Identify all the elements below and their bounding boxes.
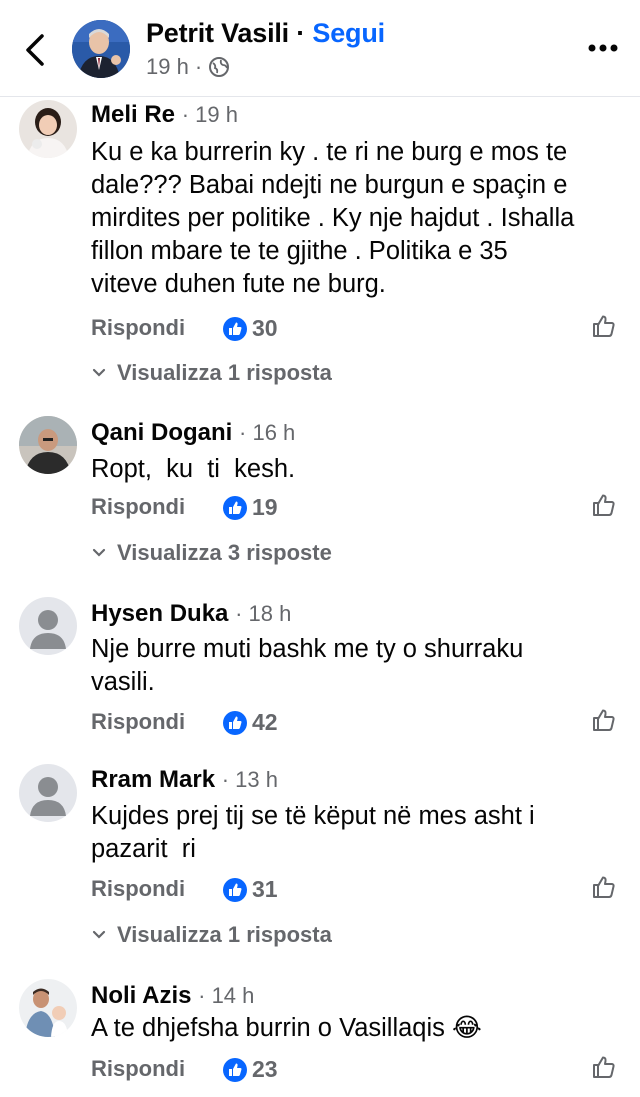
author-avatar[interactable] <box>72 20 130 78</box>
comment-text: Kujdes prej tij se të këput në mes asht … <box>91 800 611 866</box>
commenter-name-line: Rram Mark · 13 h <box>91 766 278 794</box>
comment-text: Nje burre muti bashk me ty o shurraku va… <box>91 633 611 699</box>
like-badge-icon <box>223 316 247 341</box>
reaction-summary[interactable]: 42 <box>223 709 278 736</box>
reaction-summary[interactable]: 31 <box>223 876 278 903</box>
comment-time: · 18 h <box>235 601 292 626</box>
meta-separator: · <box>194 54 203 79</box>
view-replies-label: Visualizza 1 risposta <box>117 922 332 947</box>
comment-line: Ropt, ku ti kesh. <box>91 455 296 483</box>
commenter-avatar[interactable] <box>19 979 77 1037</box>
separator: · <box>296 18 306 48</box>
comment-line: Nje burre muti bashk me ty o shurraku <box>91 635 524 663</box>
post-time[interactable]: 19 h <box>146 54 189 80</box>
like-count: 30 <box>252 315 278 341</box>
comment-time: · 16 h <box>239 420 296 445</box>
chevron-down-icon <box>92 548 106 557</box>
default-avatar-icon <box>19 764 77 822</box>
author-name-line: Petrit Vasili · Segui <box>146 18 385 49</box>
author-name[interactable]: Petrit Vasili <box>146 18 289 48</box>
comment-actions: Rispondi 30 <box>91 315 621 345</box>
like-badge-icon <box>223 710 247 735</box>
view-replies-link[interactable]: Visualizza 3 risposte <box>91 540 332 566</box>
commenter-name[interactable]: Qani Dogani <box>91 419 232 446</box>
reaction-summary[interactable]: 23 <box>223 1056 278 1083</box>
reply-button[interactable]: Rispondi <box>91 709 185 735</box>
like-count: 42 <box>252 709 278 735</box>
comment-time: · 19 h <box>181 102 238 127</box>
commenter-avatar[interactable] <box>19 764 77 822</box>
commenter-name[interactable]: Meli Re <box>91 101 175 128</box>
comment-actions: Rispondi 31 <box>91 876 621 906</box>
comment-time: · 13 h <box>221 767 278 792</box>
commenter-name[interactable]: Rram Mark <box>91 766 215 793</box>
comment-line: Ku e ka burrerin ky . te ri ne burg e mo… <box>91 138 568 166</box>
reply-button[interactable]: Rispondi <box>91 494 185 520</box>
more-options-icon[interactable] <box>585 38 625 58</box>
comment-text: Ropt, ku ti kesh. <box>91 453 611 486</box>
commenter-name[interactable]: Noli Azis <box>91 982 191 1009</box>
comment-actions: Rispondi 23 <box>91 1056 621 1086</box>
comment-actions: Rispondi 42 <box>91 709 621 739</box>
post-header: Petrit Vasili · Segui 19 h · <box>0 0 640 97</box>
chevron-down-icon <box>92 930 106 939</box>
view-replies-link[interactable]: Visualizza 1 risposta <box>91 360 332 386</box>
like-badge-icon <box>223 1057 247 1082</box>
reaction-summary[interactable]: 30 <box>223 315 278 342</box>
commenter-name-line: Meli Re · 19 h <box>91 101 238 129</box>
like-button-icon[interactable] <box>591 313 617 339</box>
commenter-avatar[interactable] <box>19 416 77 474</box>
commenter-name-line: Qani Dogani · 16 h <box>91 419 295 447</box>
comment-line: vasili. <box>91 668 155 696</box>
reply-button[interactable]: Rispondi <box>91 876 185 902</box>
reaction-summary[interactable]: 19 <box>223 494 278 521</box>
comment-text: A te dhjefsha burrin o Vasillaqis 😂 <box>91 1012 611 1045</box>
commenter-avatar[interactable] <box>19 597 77 655</box>
comment-time: · 14 h <box>198 983 255 1008</box>
like-count: 19 <box>252 494 278 520</box>
like-count: 23 <box>252 1056 278 1082</box>
comment-line: pazarit ri <box>91 835 196 863</box>
commenter-name[interactable]: Hysen Duka <box>91 600 228 627</box>
like-count: 31 <box>252 876 278 902</box>
like-button-icon[interactable] <box>591 874 617 900</box>
comment-line: A te dhjefsha burrin o Vasillaqis 😂 <box>91 1014 482 1042</box>
commenter-name-line: Hysen Duka · 18 h <box>91 600 291 628</box>
like-button-icon[interactable] <box>591 492 617 518</box>
commenter-avatar[interactable] <box>19 100 77 158</box>
reply-button[interactable]: Rispondi <box>91 315 185 341</box>
comment-line: Kujdes prej tij se të këput në mes asht … <box>91 802 535 830</box>
follow-button[interactable]: Segui <box>312 18 385 48</box>
comment-actions: Rispondi 19 <box>91 494 621 524</box>
reply-button[interactable]: Rispondi <box>91 1056 185 1082</box>
comment-line: viteve duhen fute ne burg. <box>91 270 386 298</box>
view-replies-link[interactable]: Visualizza 1 risposta <box>91 922 332 948</box>
view-replies-label: Visualizza 3 risposte <box>117 540 332 565</box>
comment-text: Ku e ka burrerin ky . te ri ne burg e mo… <box>91 136 611 301</box>
view-replies-label: Visualizza 1 risposta <box>117 360 332 385</box>
like-button-icon[interactable] <box>591 707 617 733</box>
default-avatar-icon <box>19 597 77 655</box>
comment-line: dale??? Babai ndejti ne burgun e spaçin … <box>91 171 568 199</box>
like-badge-icon <box>223 877 247 902</box>
like-badge-icon <box>223 495 247 520</box>
like-button-icon[interactable] <box>591 1054 617 1080</box>
back-arrow-icon[interactable] <box>18 30 54 70</box>
globe-icon <box>209 57 230 77</box>
commenter-name-line: Noli Azis · 14 h <box>91 982 254 1010</box>
comment-line: fillon mbare te te gjithe . Politika e 3… <box>91 237 508 265</box>
chevron-down-icon <box>92 368 106 377</box>
post-meta: 19 h · <box>146 54 230 80</box>
comment-line: mirdites per politike . Ky nje hajdut . … <box>91 204 575 232</box>
